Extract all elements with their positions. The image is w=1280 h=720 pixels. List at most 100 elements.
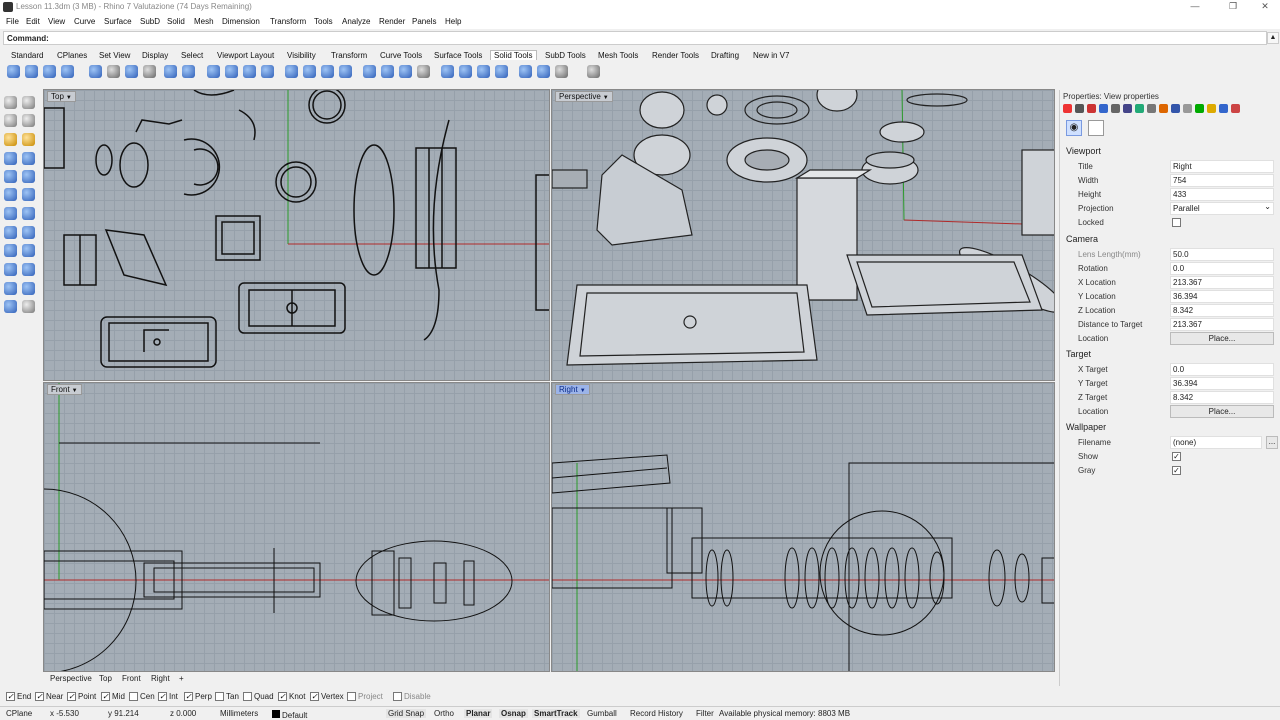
status-layer[interactable]: Default (272, 709, 307, 720)
pyramid-icon[interactable] (4, 226, 17, 239)
status-smarttrack[interactable]: SmartTrack (532, 709, 580, 718)
osnap-point[interactable]: Point (67, 692, 96, 701)
help-icon[interactable] (1207, 104, 1216, 113)
variable-fillet-icon[interactable] (555, 65, 568, 78)
display-icon[interactable] (1159, 104, 1168, 113)
menu-render[interactable]: Render (379, 17, 405, 26)
osnap-quad[interactable]: Quad (243, 692, 274, 701)
menu-help[interactable]: Help (445, 17, 461, 26)
status-units[interactable]: Millimeters (220, 709, 258, 718)
extrude-face-icon[interactable] (125, 65, 138, 78)
view-icon[interactable] (1088, 120, 1104, 136)
move-face-icon[interactable] (207, 65, 220, 78)
wire-cut-icon[interactable] (143, 65, 156, 78)
analyze-solid-icon[interactable] (587, 65, 600, 78)
merge-all-faces-icon[interactable] (477, 65, 490, 78)
make-hole-icon[interactable] (285, 65, 298, 78)
command-line[interactable]: Command: ▲ (3, 31, 1279, 45)
boolean-split-icon[interactable] (61, 65, 74, 78)
shell-icon[interactable] (107, 65, 120, 78)
move-hole-icon[interactable] (363, 65, 376, 78)
snapshots-icon[interactable] (1231, 104, 1240, 113)
viewport-right-label[interactable]: Right ▼ (555, 384, 590, 395)
filename-field[interactable]: (none) (1170, 436, 1262, 449)
tab-viewport-layout[interactable]: Viewport Layout (217, 51, 274, 60)
ellipsoid-icon[interactable] (4, 188, 17, 201)
tab-mesh-tools[interactable]: Mesh Tools (598, 51, 638, 60)
status-gumball[interactable]: Gumball (587, 709, 617, 718)
loft-icon[interactable] (22, 226, 35, 239)
viewport-front-label[interactable]: Front ▼ (47, 384, 82, 395)
tab-select[interactable]: Select (181, 51, 203, 60)
menu-analyze[interactable]: Analyze (342, 17, 370, 26)
locked-checkbox[interactable] (1172, 218, 1181, 227)
sun-icon[interactable] (1123, 104, 1132, 113)
tab-visibility[interactable]: Visibility (287, 51, 316, 60)
vptab-add[interactable]: + (179, 674, 184, 683)
ztarget-field[interactable]: 8.342 (1170, 391, 1274, 404)
material-icon[interactable] (1075, 104, 1084, 113)
mesh-icon[interactable] (4, 300, 17, 313)
gray-checkbox[interactable]: ✓ (1172, 466, 1181, 475)
split-face-icon[interactable] (243, 65, 256, 78)
history-icon[interactable] (1195, 104, 1204, 113)
libraries-icon[interactable] (1147, 104, 1156, 113)
vptab-right[interactable]: Right (151, 674, 170, 683)
extract-surface-icon[interactable] (182, 65, 195, 78)
menu-file[interactable]: File (6, 17, 19, 26)
distance-field[interactable]: 213.367 (1170, 318, 1274, 331)
tab-standard[interactable]: Standard (11, 51, 43, 60)
named-views-icon[interactable] (1183, 104, 1192, 113)
fold-face-icon[interactable] (261, 65, 274, 78)
osnap-int[interactable]: Int (158, 692, 178, 701)
boolean-intersection-icon[interactable] (43, 65, 56, 78)
tab-curve-tools[interactable]: Curve Tools (380, 51, 422, 60)
ground-plane-icon[interactable] (1111, 104, 1120, 113)
tab-display[interactable]: Display (142, 51, 168, 60)
status-osnap[interactable]: Osnap (499, 709, 528, 718)
tab-solid-tools[interactable]: Solid Tools (490, 50, 537, 60)
viewport-top[interactable]: Top ▼ (43, 89, 550, 381)
polyline-icon[interactable] (4, 114, 17, 127)
menu-view[interactable]: View (48, 17, 65, 26)
osnap-vertex[interactable]: Vertex (310, 692, 344, 701)
array-hole-icon[interactable] (339, 65, 352, 78)
sweep-icon[interactable] (22, 188, 35, 201)
rotation-field[interactable]: 0.0 (1170, 262, 1274, 275)
move-edge-icon[interactable] (225, 65, 238, 78)
menu-mesh[interactable]: Mesh (194, 17, 214, 26)
osnap-mid[interactable]: Mid (101, 692, 125, 701)
tab-subd-tools[interactable]: SubD Tools (545, 51, 586, 60)
box-icon[interactable] (4, 152, 17, 165)
tab-render-tools[interactable]: Render Tools (652, 51, 699, 60)
solid-points-icon[interactable] (519, 65, 532, 78)
curve-icon[interactable] (22, 114, 35, 127)
status-grid-snap[interactable]: Grid Snap (386, 709, 427, 718)
sphere-icon[interactable] (4, 170, 17, 183)
status-cplane[interactable]: CPlane (6, 709, 32, 718)
vptab-perspective[interactable]: Perspective (50, 674, 92, 683)
tab-set-view[interactable]: Set View (99, 51, 130, 60)
osnap-end[interactable]: End (6, 692, 31, 701)
tab-surface-tools[interactable]: Surface Tools (434, 51, 482, 60)
minimize-button[interactable]: — (1180, 1, 1210, 11)
tab-drafting[interactable]: Drafting (711, 51, 739, 60)
create-solid-icon[interactable] (441, 65, 454, 78)
cylinder-icon[interactable] (4, 244, 17, 257)
width-field[interactable]: 754 (1170, 174, 1274, 187)
boolean-difference-icon[interactable] (25, 65, 38, 78)
revolve-icon[interactable] (22, 207, 35, 220)
projection-select[interactable]: Parallel (1170, 201, 1274, 215)
camera-icon[interactable]: ◉ (1066, 120, 1082, 136)
fillet-edge-icon[interactable] (89, 65, 102, 78)
osnap-near[interactable]: Near (35, 692, 63, 701)
tube-icon[interactable] (4, 282, 17, 295)
osnap-perp[interactable]: Perp (184, 692, 212, 701)
copy-hole-icon[interactable] (381, 65, 394, 78)
tab-cplanes[interactable]: CPlanes (57, 51, 87, 60)
menu-surface[interactable]: Surface (104, 17, 132, 26)
target-place-button[interactable]: Place... (1170, 405, 1274, 418)
unjoin-edge-icon[interactable] (495, 65, 508, 78)
menu-panels[interactable]: Panels (412, 17, 436, 26)
render-props-icon[interactable] (1087, 104, 1096, 113)
